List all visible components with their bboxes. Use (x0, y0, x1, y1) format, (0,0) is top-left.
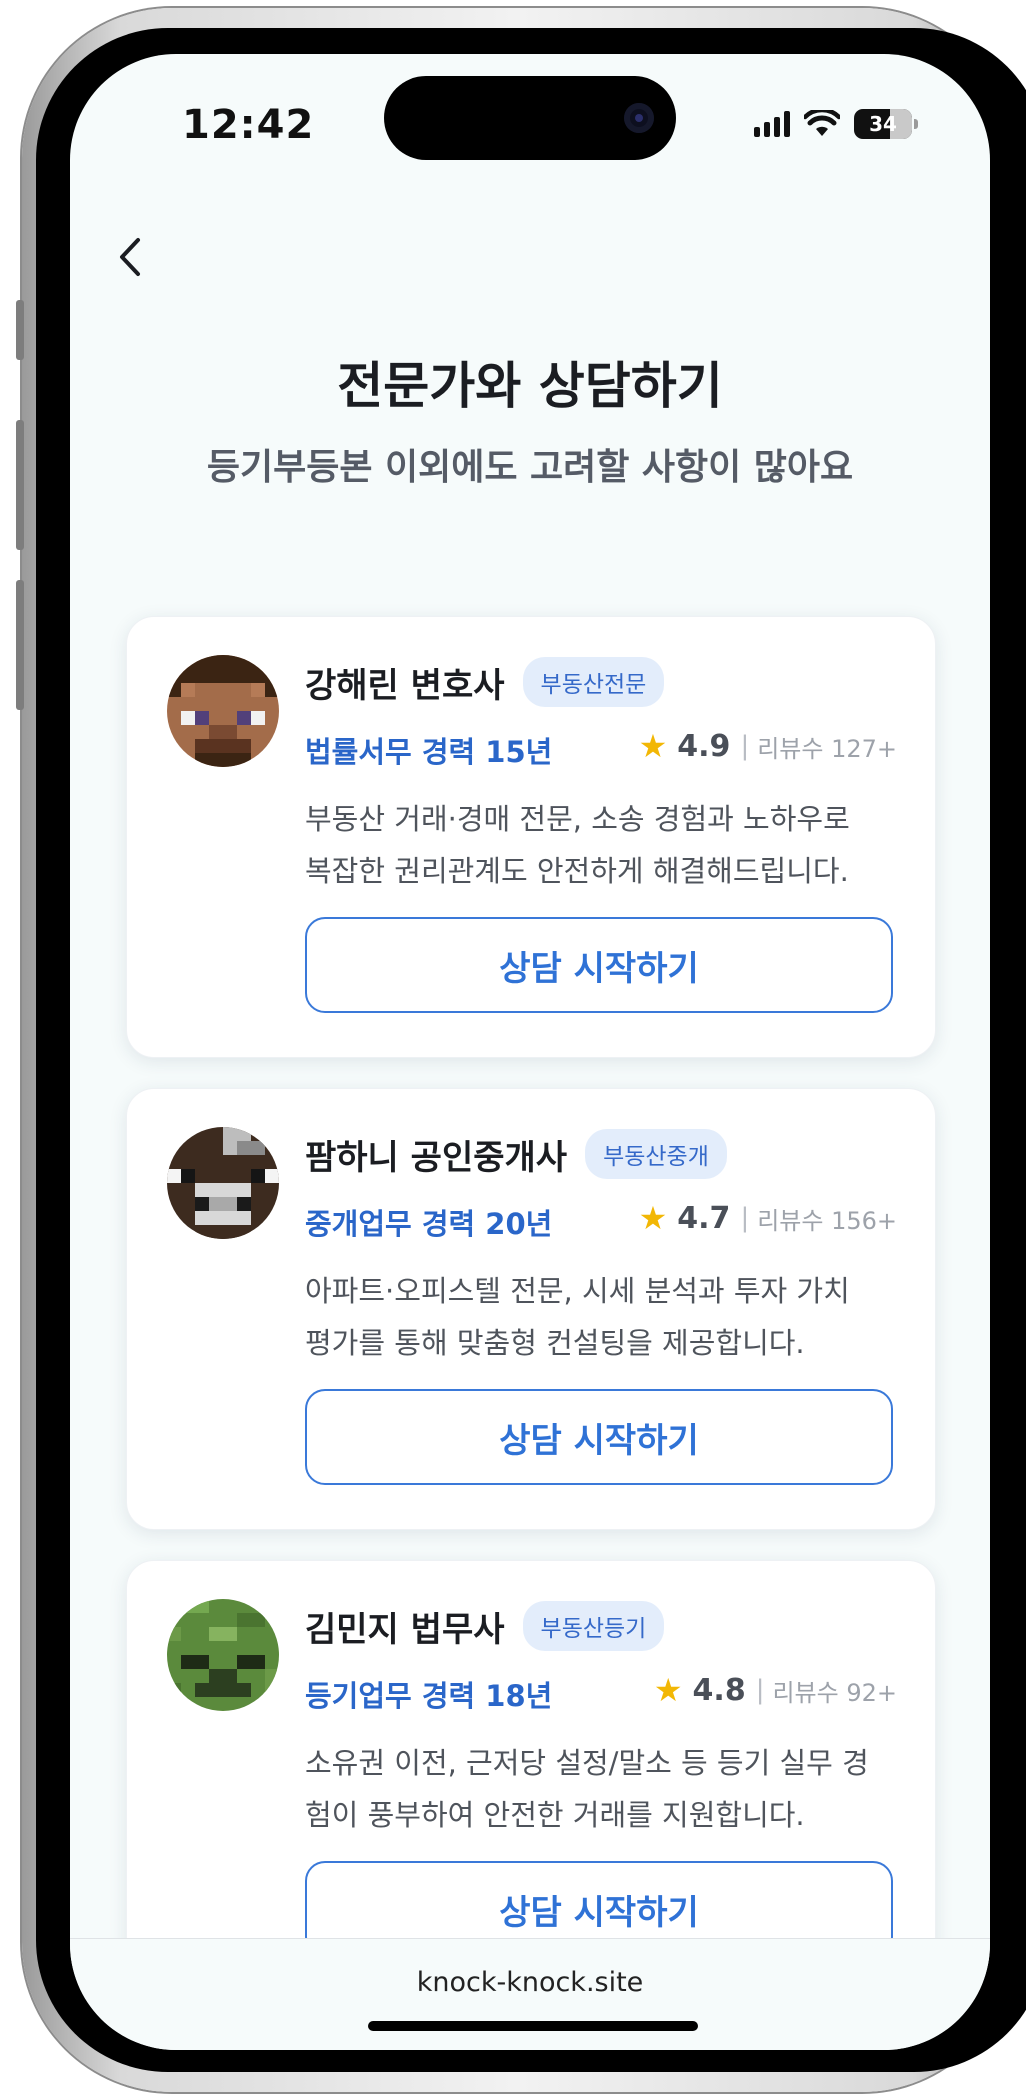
rating-score: 4.8 (692, 1672, 746, 1708)
front-camera (624, 103, 654, 133)
description-line: 평가를 통해 맞춤형 컨설팅을 제공합니다. (305, 1326, 805, 1360)
star-icon: ★ (653, 1671, 683, 1709)
cellular-signal-icon (754, 111, 790, 137)
browser-url-bar: knock-knock.site (70, 1938, 990, 2050)
expert-card-realtor: 팜하니 공인중개사 부동산중개 중개업무 경력 20년 ★ 4.7 | 리뷰수 … (126, 1088, 936, 1530)
start-consultation-button[interactable]: 상담 시작하기 (305, 1389, 893, 1485)
start-consultation-button[interactable]: 상담 시작하기 (305, 917, 893, 1013)
action-button (16, 300, 24, 360)
expert-name: 팜하니 공인중개사 (305, 1137, 568, 1178)
rating: ★ 4.9 | 리뷰수 127+ (639, 727, 897, 765)
expert-name: 김민지 법무사 (305, 1609, 505, 1650)
home-indicator[interactable] (368, 2021, 698, 2031)
expert-description: 부동산 거래·경매 전문, 소송 경험과 노하우로 복잡한 권리관계도 안전하게… (305, 793, 905, 897)
volume-down-button (16, 580, 24, 710)
description-line: 복잡한 권리관계도 안전하게 해결해드립니다. (305, 854, 849, 888)
description-line: 소유권 이전, 근저당 설정/말소 등 등기 실무 경 (305, 1746, 869, 1780)
description-line: 부동산 거래·경매 전문, 소송 경험과 노하우로 (305, 802, 850, 836)
avatar (167, 1127, 279, 1239)
description-line: 험이 풍부하여 안전한 거래를 지원합니다. (305, 1798, 805, 1832)
status-time: 12:42 (182, 102, 315, 148)
rating: ★ 4.7 | 리뷰수 156+ (639, 1199, 897, 1237)
star-icon: ★ (638, 1199, 668, 1237)
divider: | (740, 1203, 750, 1233)
status-icons: 34 (754, 106, 918, 142)
name-row: 김민지 법무사 부동산등기 (305, 1601, 665, 1651)
review-count: 리뷰수 156+ (757, 1206, 897, 1235)
rating-score: 4.9 (677, 728, 731, 764)
rating-score: 4.7 (677, 1200, 731, 1236)
specialty-badge: 부동산중개 (585, 1129, 727, 1179)
expert-description: 아파트·오피스텔 전문, 시세 분석과 투자 가치 평가를 통해 맞춤형 컨설팅… (305, 1265, 905, 1369)
volume-up-button (16, 420, 24, 550)
name-row: 강해린 변호사 부동산전문 (305, 657, 665, 707)
career-text: 법률서무 경력 15년 (305, 735, 553, 769)
back-button[interactable] (106, 224, 156, 288)
career-text: 등기업무 경력 18년 (305, 1679, 553, 1713)
description-line: 아파트·오피스텔 전문, 시세 분석과 투자 가치 (305, 1274, 850, 1308)
chevron-left-icon (120, 238, 140, 276)
career-text: 중개업무 경력 20년 (305, 1207, 553, 1241)
avatar (167, 1599, 279, 1711)
review-count: 리뷰수 127+ (757, 734, 897, 763)
expert-description: 소유권 이전, 근저당 설정/말소 등 등기 실무 경 험이 풍부하여 안전한 … (305, 1737, 905, 1841)
specialty-badge: 부동산전문 (522, 657, 665, 707)
expert-card-judicial-scrivener: 김민지 법무사 부동산등기 등기업무 경력 18년 ★ 4.8 | 리뷰수 92… (126, 1560, 936, 2002)
battery-level: 34 (869, 112, 897, 136)
dynamic-island (384, 76, 676, 160)
expert-name: 강해린 변호사 (305, 665, 505, 706)
avatar (167, 655, 279, 767)
review-count: 리뷰수 92+ (772, 1678, 897, 1707)
wifi-icon (804, 110, 840, 136)
name-row: 팜하니 공인중개사 부동산중개 (305, 1129, 727, 1179)
phone-screen: 12:42 34 전문가와 상담하기 등기부등본 이외에도 고려할 사항이 많아… (70, 54, 990, 2050)
rating: ★ 4.8 | 리뷰수 92+ (654, 1671, 897, 1709)
page-subtitle: 등기부등본 이외에도 고려할 사항이 많아요 (206, 447, 854, 488)
page-title: 전문가와 상담하기 (337, 357, 723, 415)
battery-icon: 34 (854, 109, 918, 139)
star-icon: ★ (638, 727, 668, 765)
specialty-badge: 부동산등기 (522, 1601, 665, 1651)
expert-card-lawyer: 강해린 변호사 부동산전문 법률서무 경력 15년 ★ 4.9 | 리뷰수 12… (126, 616, 936, 1058)
site-url[interactable]: knock-knock.site (70, 1967, 990, 1998)
divider: | (755, 1675, 765, 1705)
divider: | (740, 731, 750, 761)
